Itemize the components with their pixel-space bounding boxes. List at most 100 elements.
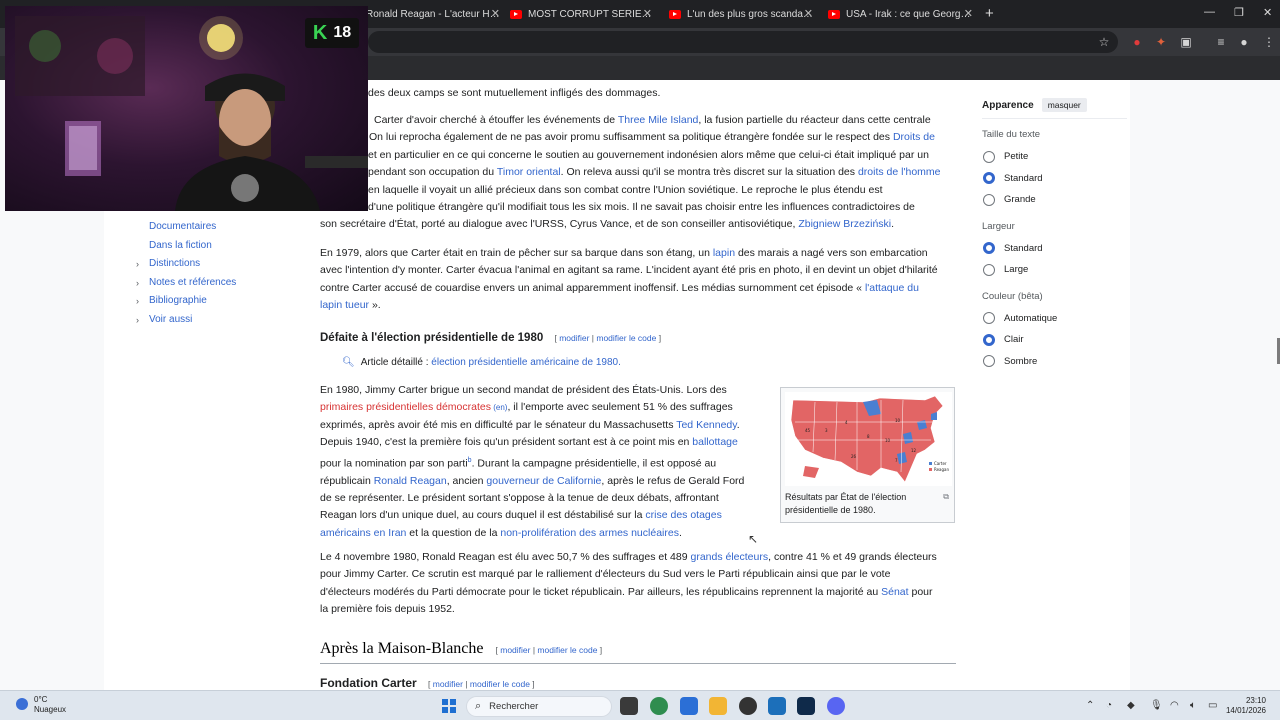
minimize-icon[interactable]: — bbox=[1204, 6, 1215, 18]
edit-code-link[interactable]: modifier le code bbox=[596, 333, 656, 343]
weather-desc: Nuageux bbox=[34, 705, 67, 714]
radio-button-selected[interactable] bbox=[983, 172, 995, 185]
bookmark-star-icon[interactable]: ☆ bbox=[1097, 35, 1111, 49]
chevron-right-icon[interactable]: › bbox=[136, 255, 139, 274]
radio-option[interactable]: Standard bbox=[982, 238, 1127, 260]
link-gouverneur-californie[interactable]: gouverneur de Californie bbox=[486, 475, 601, 487]
discord-icon[interactable] bbox=[827, 697, 845, 715]
radio-option[interactable]: Petite bbox=[982, 146, 1127, 168]
close-icon[interactable]: ✕ bbox=[491, 7, 500, 20]
us-election-map[interactable]: 1043 81012 26745 Carter Reagan bbox=[785, 392, 952, 486]
task-view-icon[interactable] bbox=[620, 697, 638, 715]
weather-widget[interactable]: 0°C Nuageux bbox=[16, 695, 66, 715]
browser-tab[interactable]: MOST CORRUPT SERIES: Presid… ✕ bbox=[510, 4, 652, 24]
close-icon[interactable]: ✕ bbox=[964, 7, 973, 20]
menu-icon[interactable]: ⋮ bbox=[1262, 35, 1276, 49]
link-election-1980[interactable]: élection présidentielle américaine de 19… bbox=[431, 357, 621, 368]
radio-button[interactable] bbox=[983, 355, 995, 368]
browser-tab[interactable]: L'un des plus gros scandale de… ✕ bbox=[669, 4, 813, 24]
radio-option[interactable]: Automatique bbox=[982, 308, 1127, 330]
chevron-right-icon[interactable]: › bbox=[136, 311, 139, 330]
system-clock[interactable]: 23:10 14/01/2026 bbox=[1222, 696, 1266, 716]
link-grands-electeurs[interactable]: grands électeurs bbox=[690, 551, 768, 563]
hide-panel-button[interactable]: masquer bbox=[1041, 98, 1087, 112]
link-droits-de-l-homme[interactable]: droits de l'homme bbox=[858, 166, 941, 178]
tray-app-icon[interactable]: ◆ bbox=[1127, 700, 1135, 711]
link-senat[interactable]: Sénat bbox=[881, 586, 908, 598]
radio-option[interactable]: Standard bbox=[982, 168, 1127, 190]
radio-button[interactable] bbox=[983, 312, 995, 325]
edit-code-link[interactable]: modifier le code bbox=[537, 645, 597, 655]
wifi-icon[interactable]: ◠ bbox=[1170, 700, 1179, 711]
link-non-proliferation[interactable]: non-prolifération des armes nucléaires bbox=[500, 527, 679, 539]
tray-chevron-icon[interactable]: ⌃ bbox=[1086, 700, 1094, 711]
photoshop-icon[interactable] bbox=[797, 697, 815, 715]
speaker-icon[interactable]: 🔈︎ bbox=[1190, 700, 1196, 711]
radio-button-selected[interactable] bbox=[983, 242, 995, 255]
toc-item[interactable]: › Voir aussi bbox=[136, 311, 306, 330]
close-window-icon[interactable]: ✕ bbox=[1263, 6, 1272, 19]
edit-link[interactable]: modifier bbox=[559, 333, 589, 343]
color-heading: Couleur (bêta) bbox=[982, 290, 1043, 302]
radio-button[interactable] bbox=[983, 193, 995, 206]
media-control-icon[interactable]: ≡ bbox=[1214, 35, 1228, 49]
edit-code-link[interactable]: modifier le code bbox=[470, 679, 530, 689]
link-ted-kennedy[interactable]: Ted Kennedy bbox=[676, 419, 737, 431]
table-of-contents: Documentaires Dans la fiction › Distincti… bbox=[136, 218, 306, 330]
windows-start-icon[interactable] bbox=[442, 699, 456, 713]
link-three-mile-island[interactable]: Three Mile Island bbox=[618, 114, 699, 126]
link-zbigniew-brzezinski[interactable]: Zbigniew Brzeziński bbox=[798, 218, 891, 230]
link-crise-des-otages[interactable]: américains en Iran bbox=[320, 527, 406, 539]
taskbar-search[interactable]: ⌕ Rechercher bbox=[466, 696, 612, 717]
address-bar[interactable] bbox=[368, 31, 1118, 53]
browser-tab[interactable]: Ronald Reagan - L'acteur Holly… ✕ bbox=[366, 4, 500, 24]
radio-button-selected[interactable] bbox=[983, 333, 995, 346]
link-droits-de-l-homme[interactable]: Droits de bbox=[893, 131, 935, 143]
obs-icon[interactable] bbox=[739, 697, 757, 715]
app-icon[interactable] bbox=[768, 697, 786, 715]
link-ballottage[interactable]: ballottage bbox=[692, 436, 738, 448]
extensions-puzzle-icon[interactable]: ▣ bbox=[1179, 35, 1193, 49]
close-icon[interactable]: ✕ bbox=[804, 7, 813, 20]
chevron-right-icon[interactable]: › bbox=[136, 292, 139, 311]
link-ronald-reagan[interactable]: Ronald Reagan bbox=[374, 475, 447, 487]
battery-icon[interactable]: ▭ bbox=[1208, 700, 1217, 711]
link-primaires-democrates[interactable]: primaires présidentielles démocrates bbox=[320, 401, 491, 413]
close-icon[interactable]: ✕ bbox=[643, 7, 652, 20]
file-explorer-icon[interactable] bbox=[709, 697, 727, 715]
link-crise-des-otages[interactable]: crise des otages bbox=[645, 509, 721, 521]
radio-option[interactable]: Sombre bbox=[982, 351, 1127, 373]
extension-icon[interactable]: ● bbox=[1130, 35, 1144, 49]
tab-title: USA - Irak : ce que George W B… bbox=[846, 8, 973, 20]
text: ] bbox=[597, 645, 603, 655]
restore-icon[interactable]: ❐ bbox=[1234, 6, 1244, 19]
chrome-icon[interactable] bbox=[650, 697, 668, 715]
link-attaque-du-lapin-tueur[interactable]: lapin tueur bbox=[320, 299, 369, 311]
app-icon[interactable] bbox=[680, 697, 698, 715]
link-attaque-du-lapin-tueur[interactable]: l'attaque du bbox=[865, 282, 919, 294]
enlarge-icon[interactable]: ⧉ bbox=[943, 492, 949, 502]
radio-button[interactable] bbox=[983, 150, 995, 163]
radio-option[interactable]: Grande bbox=[982, 189, 1127, 211]
radio-button[interactable] bbox=[983, 263, 995, 276]
svg-text:10: 10 bbox=[885, 438, 891, 443]
toc-item[interactable]: › Notes et références bbox=[136, 274, 306, 293]
microphone-icon[interactable]: 🎙︎ bbox=[1150, 700, 1163, 711]
edit-link[interactable]: modifier bbox=[500, 645, 530, 655]
radio-option[interactable]: Large bbox=[982, 259, 1127, 281]
toc-item[interactable]: › Distinctions bbox=[136, 255, 306, 274]
toc-item[interactable]: › Bibliographie bbox=[136, 292, 306, 311]
profile-icon[interactable]: ● bbox=[1237, 35, 1251, 49]
link-timor-oriental[interactable]: Timor oriental bbox=[497, 166, 561, 178]
link-en[interactable]: (en) bbox=[491, 403, 507, 412]
radio-option[interactable]: Clair bbox=[982, 329, 1127, 351]
browser-tab[interactable]: USA - Irak : ce que George W B… ✕ bbox=[828, 4, 973, 24]
toc-item[interactable]: Dans la fiction bbox=[136, 237, 306, 256]
extension-icon[interactable]: ✦ bbox=[1154, 35, 1168, 49]
toc-item[interactable]: Documentaires bbox=[136, 218, 306, 237]
chevron-right-icon[interactable]: › bbox=[136, 274, 139, 293]
tray-app-icon[interactable]: ◔ bbox=[1106, 700, 1112, 711]
new-tab-icon[interactable]: + bbox=[985, 5, 994, 22]
link-lapin[interactable]: lapin bbox=[713, 247, 735, 259]
edit-link[interactable]: modifier bbox=[433, 679, 463, 689]
